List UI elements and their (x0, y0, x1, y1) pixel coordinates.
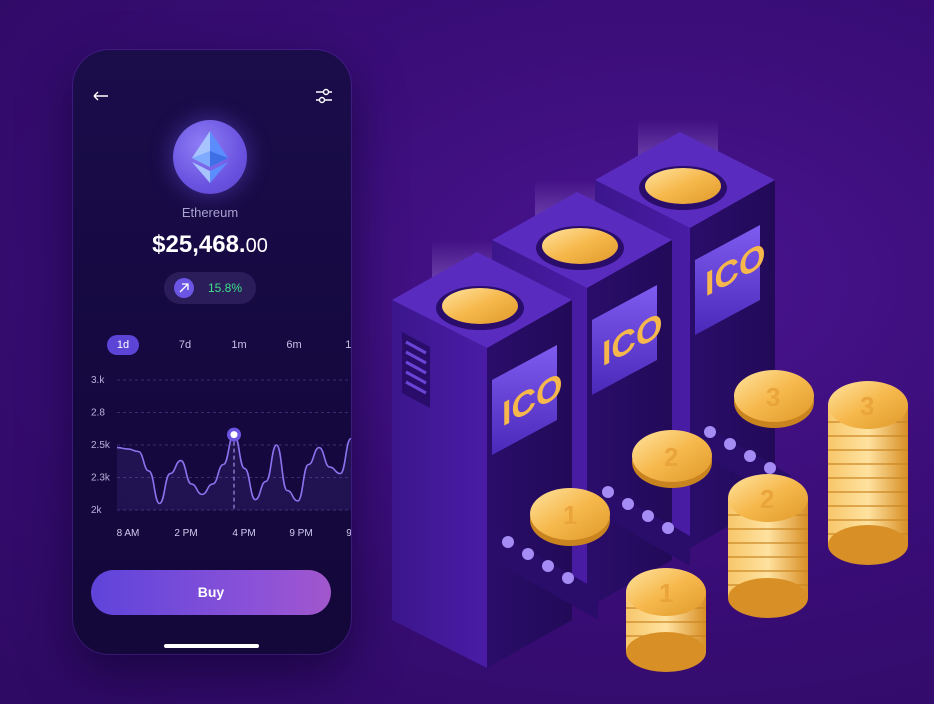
back-arrow-icon[interactable] (88, 84, 112, 108)
ethereum-icon (192, 131, 228, 183)
coin-price: $25,468.00 (73, 231, 347, 259)
stack-coin-label-1: 1 (659, 578, 673, 608)
x-tick-label: 4 PM (232, 528, 255, 539)
ico-machine-1: ICO (392, 252, 572, 668)
range-tabs: 1d 7d 1m 6m 1y (73, 335, 351, 357)
x-tick-label: 2 PM (174, 528, 197, 539)
price-chart: 3.k 2.8 2.5k 2.3k 2k 8 AM 2 PM 4 PM 9 PM 9 (91, 375, 351, 539)
price-main: $25,468. (152, 231, 246, 258)
coin-stack-2: 2 (728, 474, 808, 618)
y-tick-label: 2.3k (91, 473, 111, 484)
price-cents: 00 (245, 235, 268, 257)
tab-7d[interactable]: 7d (169, 335, 201, 355)
belt-coin-label-2: 2 (664, 442, 678, 472)
tab-1d[interactable]: 1d (107, 335, 139, 355)
belt-coin-label-3: 3 (766, 382, 780, 412)
coin-name: Ethereum (181, 205, 239, 220)
x-tick-label: 9 (346, 528, 351, 539)
ico-illustration: ICO ICO ICO 3 2 1 3 2 1 (392, 120, 908, 672)
change-percent: 15.8% (208, 281, 243, 295)
x-tick-label: 8 AM (117, 528, 140, 539)
arrow-up-right-icon (174, 278, 194, 298)
y-tick-label: 2k (91, 505, 103, 516)
change-badge: 15.8% (164, 272, 256, 304)
sliders-icon[interactable] (312, 84, 336, 108)
stack-coin-label-2: 2 (760, 484, 774, 514)
y-tick-label: 2.5k (91, 440, 111, 451)
tab-1y[interactable]: 1y (335, 335, 351, 355)
home-indicator (164, 644, 259, 648)
phone-screen: Ethereum $25,468.00 15.8% 1d 7d 1m 6m 1y… (73, 50, 351, 654)
buy-button[interactable]: Buy (91, 570, 331, 615)
y-tick-label: 3.k (91, 375, 105, 386)
x-tick-label: 9 PM (289, 528, 312, 539)
tab-1m[interactable]: 1m (223, 335, 255, 355)
stack-coin-label-3: 3 (860, 391, 874, 421)
coin-stack-1: 1 (626, 568, 706, 672)
tab-6m[interactable]: 6m (278, 335, 310, 355)
y-tick-label: 2.8 (91, 408, 105, 419)
coin-avatar (173, 120, 247, 194)
highlight-point-core (230, 431, 238, 439)
belt-coin-label-1: 1 (563, 500, 577, 530)
coin-stack-3: 3 (828, 381, 908, 565)
